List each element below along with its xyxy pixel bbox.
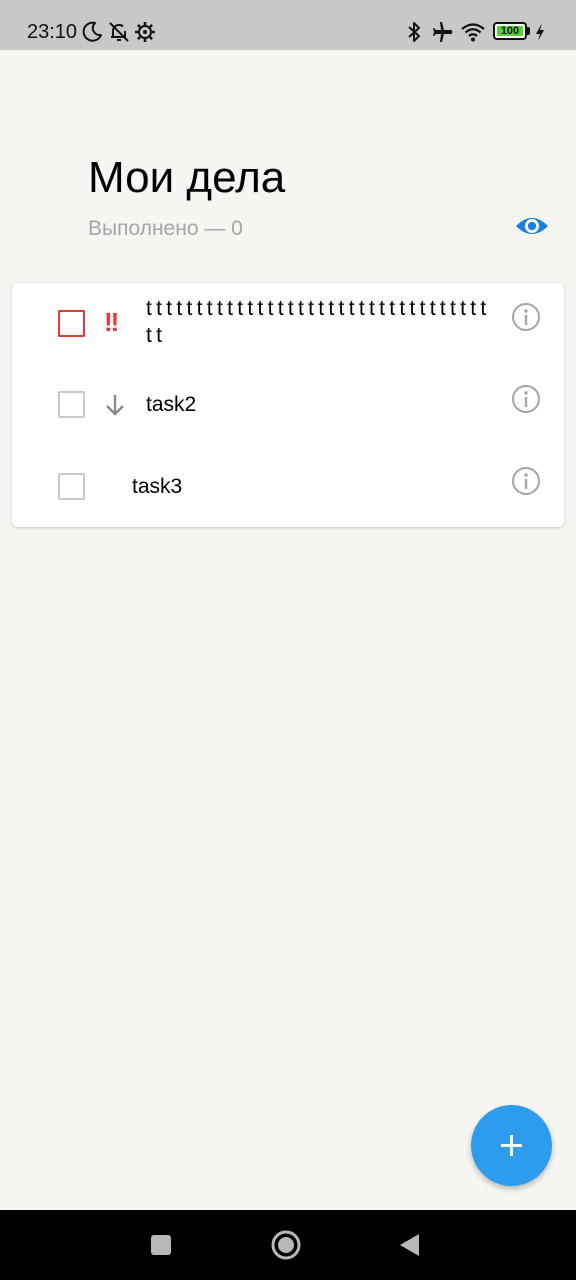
settings-icon: [135, 22, 155, 42]
battery-cap: [527, 27, 530, 35]
task-title: tttttttttttttttttttttttttttttttttttt: [146, 297, 491, 347]
eye-icon: [516, 218, 548, 234]
done-count: Выполнено — 0: [88, 217, 243, 240]
task-item[interactable]: task2: [12, 369, 564, 451]
charging-icon: [536, 23, 544, 41]
bluetooth-icon: [408, 22, 420, 42]
task-item[interactable]: task3: [12, 451, 564, 527]
page-title: Мои дела: [88, 153, 286, 202]
moon-icon: [82, 21, 102, 42]
navigation-bar: [0, 1210, 576, 1280]
home-icon[interactable]: [270, 1229, 302, 1261]
task-checkbox[interactable]: [58, 391, 85, 418]
status-time: 23:10: [27, 21, 78, 43]
high-priority-icon: !!: [104, 307, 119, 337]
plus-icon: [501, 1135, 522, 1156]
task-title: task3: [132, 475, 183, 498]
wifi-icon: [461, 23, 485, 42]
task-title: task2: [146, 393, 197, 416]
recents-icon[interactable]: [150, 1234, 172, 1256]
task-checkbox[interactable]: [58, 310, 85, 337]
info-icon[interactable]: [510, 301, 542, 333]
battery-level: 100: [500, 25, 520, 37]
notifications-off-icon: [109, 22, 129, 42]
task-item[interactable]: !! tttttttttttttttttttttttttttttttttttt: [12, 283, 564, 369]
task-list: !! tttttttttttttttttttttttttttttttttttt …: [12, 283, 564, 527]
back-icon[interactable]: [398, 1232, 422, 1258]
airplane-mode-icon: [433, 22, 453, 42]
status-bar: 23:10 100: [0, 0, 576, 50]
battery-icon: 100: [493, 22, 533, 42]
arrow-down-icon: [106, 395, 124, 416]
add-task-button[interactable]: [471, 1105, 552, 1186]
task-checkbox[interactable]: [58, 473, 85, 500]
battery-body: 100: [493, 22, 527, 40]
toggle-visibility-button[interactable]: [512, 208, 552, 244]
info-icon[interactable]: [510, 383, 542, 415]
info-icon[interactable]: [510, 465, 542, 497]
